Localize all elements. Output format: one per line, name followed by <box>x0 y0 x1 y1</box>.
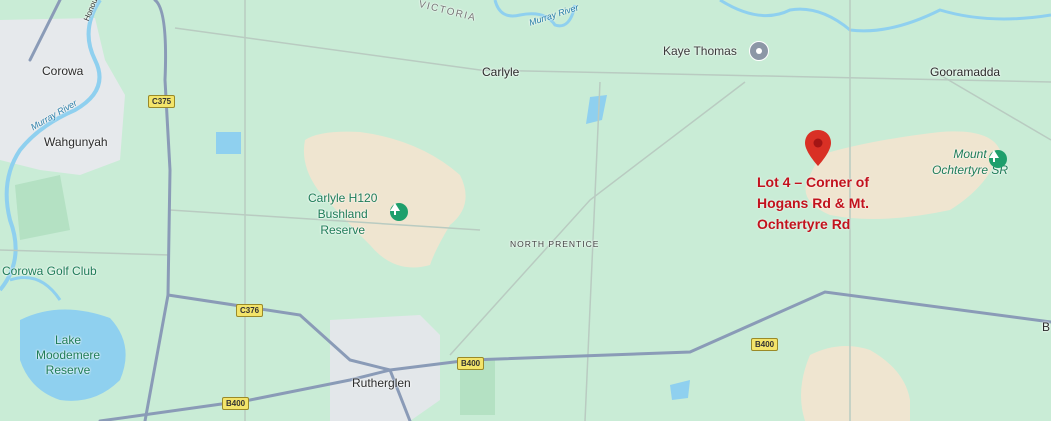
park-label-line: Moodemere <box>36 348 101 362</box>
park-label-line: Reserve <box>45 363 91 377</box>
road-shield-b400: B400 <box>751 338 779 351</box>
town-label-corowa[interactable]: Corowa <box>42 64 83 78</box>
green-patch <box>15 175 70 240</box>
road-shield-b400: B400 <box>222 397 250 410</box>
park-tree-icon[interactable] <box>390 203 408 221</box>
town-label-gooramadda[interactable]: Gooramadda <box>930 65 1000 79</box>
callout-line: Lot 4 – Corner of <box>757 174 870 190</box>
location-callout: Lot 4 – Corner of Hogans Rd & Mt. Ochter… <box>757 172 869 235</box>
road-shield-b400: B400 <box>457 357 485 370</box>
road-shield-c375: C375 <box>148 95 176 108</box>
park-label-line: Reserve <box>320 223 366 237</box>
tree-icon <box>989 150 999 162</box>
town-label-rutherglen[interactable]: Rutherglen <box>352 376 411 390</box>
park-label-lake-moodemere[interactable]: Lake Moodemere Reserve <box>36 333 100 378</box>
place-label-corowa-golf[interactable]: Corowa Golf Club <box>2 264 97 278</box>
tree-icon <box>390 203 400 215</box>
callout-line: Ochtertyre Rd <box>757 216 851 232</box>
park-label-carlyle[interactable]: Carlyle H120 Bushland Reserve <box>308 190 377 238</box>
park-tree-icon[interactable] <box>989 150 1007 168</box>
town-label-partial: B <box>1042 320 1051 334</box>
park-label-line: Carlyle H120 <box>308 191 378 205</box>
water-body <box>216 132 241 154</box>
town-label-wahgunyah[interactable]: Wahgunyah <box>44 135 108 149</box>
map-base-layer <box>0 0 1051 421</box>
callout-line: Hogans Rd & Mt. <box>757 195 869 211</box>
map-canvas[interactable]: C375 C376 B400 B400 B400 VICTORIA Murray… <box>0 0 1051 421</box>
poi-dot <box>756 48 762 54</box>
town-label-carlyle[interactable]: Carlyle <box>482 65 519 79</box>
road-shield-c376: C376 <box>236 304 264 317</box>
locality-label-north-prentice: NORTH PRENTICE <box>510 239 600 249</box>
poi-marker-icon[interactable] <box>749 41 769 61</box>
park-label-line: Bushland <box>317 207 368 221</box>
poi-label-kaye-thomas[interactable]: Kaye Thomas <box>663 44 737 58</box>
location-pin-icon[interactable] <box>805 130 831 166</box>
park-label-line: Lake <box>55 333 82 347</box>
